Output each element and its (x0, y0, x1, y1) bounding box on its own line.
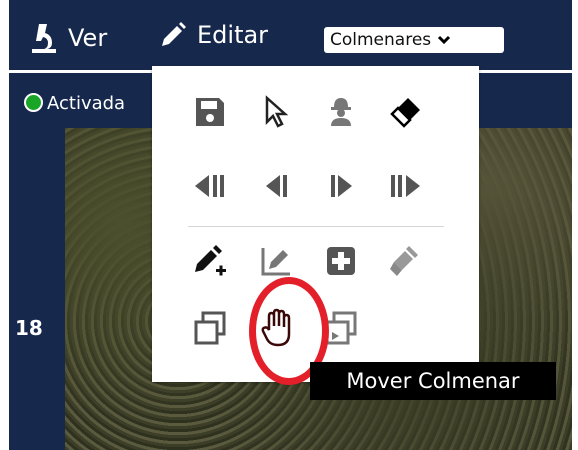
last-icon (386, 172, 424, 204)
previous-icon (262, 172, 292, 204)
brush-icon (387, 243, 423, 283)
tooltip: Mover Colmenar (310, 362, 556, 400)
ver-label: Ver (68, 24, 108, 52)
edit-add-icon (192, 243, 228, 283)
next-button[interactable] (319, 166, 363, 210)
colmenares-select-value: Colmenares (330, 30, 432, 50)
brush-button[interactable] (383, 241, 427, 285)
eraser-button[interactable] (383, 92, 427, 136)
editar-menu[interactable]: Editar (159, 21, 268, 49)
previous-button[interactable] (255, 166, 299, 210)
toolbar-divider (188, 226, 444, 227)
pencil-icon (159, 21, 187, 49)
add-box-button[interactable] (319, 241, 363, 285)
copy-icon (192, 310, 228, 350)
worker-icon (326, 95, 356, 133)
last-button[interactable] (383, 166, 427, 210)
app-frame: Ver Editar Colmenares Activada 18 Mover … (9, 0, 572, 450)
zoom-level: 18 (15, 316, 43, 340)
worker-button[interactable] (319, 92, 363, 136)
first-button[interactable] (188, 166, 232, 210)
select-button[interactable] (255, 92, 299, 136)
zoom-bar: 18 (9, 128, 65, 450)
status-indicator-icon (24, 93, 43, 112)
add-edit-button[interactable] (188, 241, 232, 285)
editar-label: Editar (197, 21, 269, 49)
eraser-icon (387, 95, 423, 133)
save-icon (193, 95, 227, 133)
first-icon (191, 172, 229, 204)
chevron-down-icon (437, 35, 451, 45)
add-box-icon (324, 244, 358, 282)
colmenares-select[interactable]: Colmenares (324, 27, 504, 53)
cursor-icon (262, 95, 292, 133)
save-button[interactable] (188, 92, 232, 136)
next-icon (326, 172, 356, 204)
ver-menu[interactable]: Ver (30, 21, 107, 55)
copy-button[interactable] (188, 308, 232, 352)
status-label: Activada (47, 93, 126, 114)
microscope-icon (30, 21, 58, 55)
top-navbar: Ver Editar Colmenares (9, 0, 572, 70)
